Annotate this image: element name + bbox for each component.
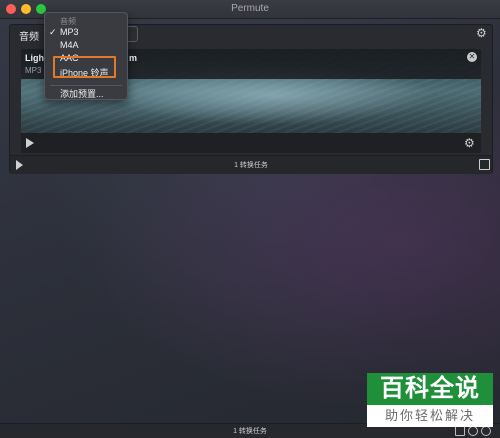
menu-item-mp3[interactable]: MP3	[60, 27, 79, 37]
highlight-box	[53, 56, 116, 78]
file-format: MP3	[25, 66, 42, 75]
gear-icon[interactable]: ⚙	[476, 27, 487, 39]
menu-item-m4a[interactable]: M4A	[60, 40, 79, 50]
file-name-end: m	[129, 53, 138, 63]
watermark-subtitle: 助你轻松解决	[367, 405, 493, 427]
menu-separator	[50, 85, 122, 86]
check-icon: ✓	[49, 27, 57, 37]
menu-item-add-preset[interactable]: 添加预置...	[60, 87, 104, 100]
media-card-footer: ⚙	[21, 133, 481, 153]
export-icon[interactable]	[479, 159, 490, 170]
task-count: 1 转换任务	[234, 162, 268, 169]
category-label: 音频	[19, 32, 39, 43]
panel-status-bar: 1 转换任务	[10, 155, 492, 174]
file-settings-gear-icon[interactable]: ⚙	[464, 137, 475, 149]
file-name-start: Ligh	[25, 53, 44, 63]
file-name: Ligh m	[25, 53, 137, 63]
play-icon[interactable]	[26, 138, 34, 148]
menu-header: 音频	[60, 17, 76, 26]
remove-file-icon[interactable]: ✕	[467, 52, 477, 62]
watermark-logo: 百科全说 助你轻松解决	[367, 373, 493, 429]
watermark-title: 百科全说	[367, 373, 493, 405]
